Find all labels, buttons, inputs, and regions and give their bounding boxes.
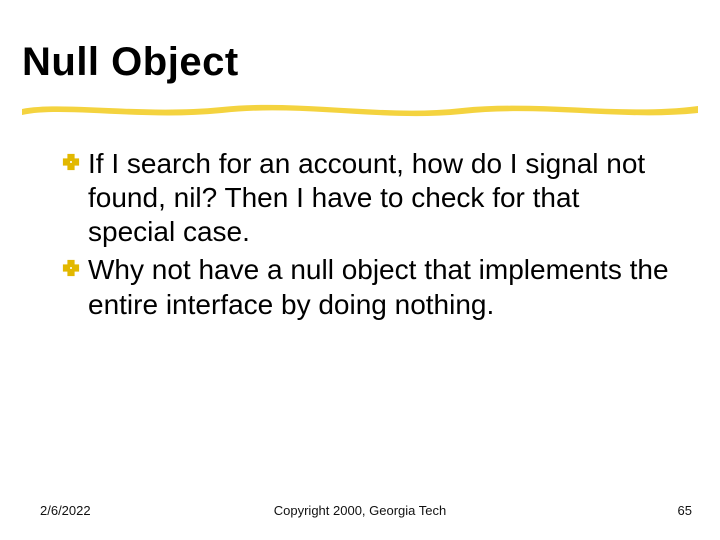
slide-body: If I search for an account, how do I sig… bbox=[22, 147, 690, 322]
slide: Null Object If I search for an account, … bbox=[0, 0, 720, 540]
bullet-text: If I search for an account, how do I sig… bbox=[88, 148, 645, 247]
slide-title: Null Object bbox=[22, 40, 239, 85]
slide-footer: 2/6/2022 Copyright 2000, Georgia Tech 65 bbox=[0, 503, 720, 518]
footer-copyright: Copyright 2000, Georgia Tech bbox=[0, 503, 720, 518]
bullet-icon bbox=[62, 259, 80, 277]
brush-underline-icon bbox=[22, 97, 698, 119]
bullet-icon bbox=[62, 153, 80, 171]
bullet-item: If I search for an account, how do I sig… bbox=[62, 147, 670, 249]
bullet-text: Why not have a null object that implemen… bbox=[88, 254, 669, 319]
bullet-item: Why not have a null object that implemen… bbox=[62, 253, 670, 321]
title-underline bbox=[22, 97, 690, 119]
title-row: Null Object bbox=[22, 40, 690, 85]
